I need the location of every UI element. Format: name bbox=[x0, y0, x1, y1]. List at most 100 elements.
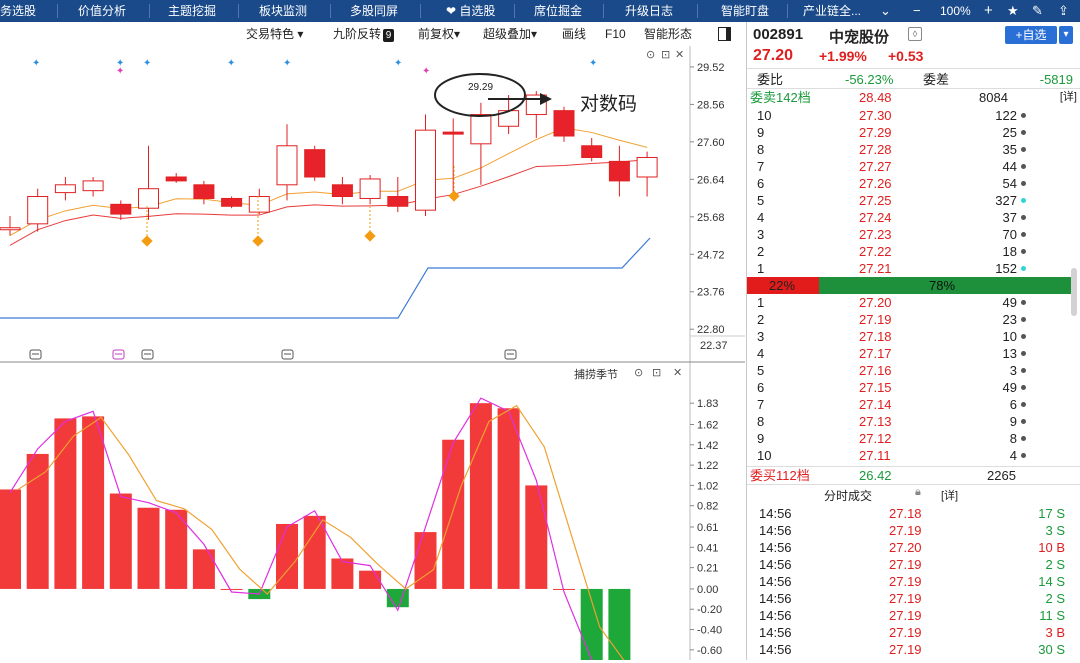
bids-level-row: 9 27.12 8 bbox=[747, 430, 1073, 447]
nav-item-seat-mining[interactable]: 席位掘金 bbox=[534, 0, 582, 22]
nav-item-multi-stock[interactable]: 多股同屏 bbox=[350, 0, 398, 22]
chevron-down-icon[interactable]: ▾ bbox=[1059, 26, 1073, 44]
ticks-detail-link[interactable]: [详] bbox=[941, 487, 958, 503]
zoom-out-icon[interactable]: − bbox=[913, 0, 921, 22]
bids-level-row: 10 27.11 4 bbox=[747, 447, 1073, 464]
candle-body bbox=[553, 110, 575, 137]
adjust-dropdown[interactable]: 前复权▾ bbox=[418, 22, 460, 46]
add-watchlist-button[interactable]: +自选 bbox=[1005, 26, 1057, 44]
level-price: 27.28 bbox=[859, 142, 892, 157]
level-number: 10 bbox=[757, 108, 772, 123]
nine-reversal-toggle[interactable]: 九阶反转 9 bbox=[333, 22, 395, 46]
buy-total-label: 委买112档 bbox=[750, 468, 810, 483]
ma-line-red bbox=[9, 159, 648, 246]
restore-icon[interactable]: ⊡ bbox=[661, 48, 670, 61]
candle-body bbox=[331, 184, 353, 198]
level-number: 3 bbox=[757, 227, 765, 242]
indicator-bar bbox=[54, 418, 77, 589]
asks-level-row: 10 27.30 122 bbox=[747, 107, 1073, 124]
asks-level-row: 8 27.28 35 bbox=[747, 141, 1073, 158]
draw-line-button[interactable]: 画线 bbox=[562, 22, 586, 46]
restore-icon[interactable]: ⊡ bbox=[652, 366, 661, 379]
panel-toggle-icon[interactable] bbox=[718, 27, 731, 41]
candle-body bbox=[0, 227, 21, 231]
order-dot-icon bbox=[1021, 249, 1026, 254]
overlay-dropdown[interactable]: 超级叠加▾ bbox=[483, 22, 537, 46]
nav-item-smart-watch[interactable]: 智能盯盘 bbox=[721, 0, 769, 22]
candle-body bbox=[581, 145, 603, 158]
level-volume: 70 bbox=[1002, 227, 1017, 242]
tick-price: 27.19 bbox=[889, 642, 922, 657]
signal-diamond-icon bbox=[252, 235, 264, 247]
tick-volume: 17 S bbox=[1038, 506, 1065, 521]
tick-time: 14:56 bbox=[759, 642, 792, 657]
asks-level-row: 3 27.23 70 bbox=[747, 226, 1073, 243]
level-price: 27.29 bbox=[859, 125, 892, 140]
nav-divider bbox=[787, 4, 788, 18]
settings-icon[interactable]: ⊙ bbox=[634, 366, 643, 379]
level-price: 27.25 bbox=[859, 193, 892, 208]
bottom-price-label: 22.37 bbox=[700, 340, 728, 352]
close-icon[interactable]: ✕ bbox=[675, 48, 684, 61]
candle-body bbox=[415, 129, 436, 211]
trade-feature-dropdown[interactable]: 交易特色 ▾ bbox=[246, 22, 303, 46]
star-marker-icon: ✦ bbox=[283, 58, 291, 69]
chevron-down-icon[interactable]: ⌄ bbox=[880, 0, 891, 22]
weicha-label: 委差 bbox=[923, 72, 950, 87]
candle-body bbox=[276, 145, 298, 186]
order-dot-icon bbox=[1021, 402, 1026, 407]
nav-divider bbox=[514, 4, 515, 18]
nav-item-watchlist[interactable]: ❤ 自选股 bbox=[446, 0, 495, 22]
tick-price: 27.18 bbox=[889, 506, 922, 521]
asks-level-row: 5 27.25 327 bbox=[747, 192, 1073, 209]
nav-item-theme-mining[interactable]: 主题挖掘 bbox=[168, 0, 216, 22]
level-price: 27.15 bbox=[859, 380, 892, 395]
y-tick-label: -0.20 bbox=[697, 604, 722, 616]
ask-ratio-label: 22% bbox=[769, 278, 796, 293]
candle-body bbox=[608, 160, 630, 182]
nav-item-industry-chain[interactable]: 产业链全... bbox=[803, 0, 861, 22]
bell-icon[interactable]: ◊ bbox=[908, 27, 922, 41]
sell-detail-link[interactable]: [详] bbox=[1060, 89, 1077, 106]
indicator-bar bbox=[109, 493, 132, 589]
level-price: 27.14 bbox=[859, 397, 892, 412]
tick-price: 27.20 bbox=[889, 540, 922, 555]
close-icon[interactable]: ✕ bbox=[673, 366, 682, 379]
candle-body bbox=[138, 188, 159, 209]
share-icon[interactable]: ⇪ bbox=[1058, 0, 1069, 22]
chart-canvas: 29.52 28.56 27.60 26.64 25.68 24.72 23.76 22.80… bbox=[0, 46, 745, 663]
y-tick-label: 0.82 bbox=[697, 501, 718, 513]
candle-body bbox=[110, 203, 132, 215]
nav-divider bbox=[603, 4, 604, 18]
star-icon[interactable]: ★ bbox=[1007, 0, 1019, 22]
indicator-bar bbox=[303, 515, 326, 589]
weibi-row: 委比 -56.23% 委差 -5819 bbox=[747, 71, 1073, 88]
tick-row: 14:56 27.19 30 S bbox=[747, 641, 1073, 658]
level-price: 27.27 bbox=[859, 159, 892, 174]
indicator-bar bbox=[469, 403, 492, 589]
candle-body bbox=[304, 149, 326, 178]
nav-item-update-log[interactable]: 升级日志 bbox=[625, 0, 673, 22]
asks-level-row: 6 27.26 54 bbox=[747, 175, 1073, 192]
f10-button[interactable]: F10 bbox=[605, 22, 626, 46]
settings-icon[interactable]: ⊙ bbox=[646, 48, 655, 61]
scrollbar-thumb[interactable] bbox=[1071, 268, 1077, 316]
y-tick-label: 0.00 bbox=[697, 584, 718, 596]
annotation-circle bbox=[434, 73, 526, 117]
tick-volume: 30 S bbox=[1038, 642, 1065, 657]
y-tick-label: 0.41 bbox=[697, 542, 718, 554]
indicator-pane bbox=[0, 397, 631, 663]
nav-item-value-analysis[interactable]: 价值分析 bbox=[78, 0, 126, 22]
zoom-in-icon[interactable]: + bbox=[984, 0, 993, 22]
nav-divider bbox=[330, 4, 331, 18]
nav-item-stock-screener[interactable]: 务选股 bbox=[0, 0, 36, 22]
nav-item-sector-monitor[interactable]: 板块监测 bbox=[259, 0, 307, 22]
pen-icon[interactable]: ✎ bbox=[1032, 0, 1043, 22]
level-number: 6 bbox=[757, 380, 765, 395]
smart-pattern-button[interactable]: 智能形态 bbox=[644, 22, 692, 46]
y-tick-label: -0.40 bbox=[697, 625, 722, 637]
tick-price: 27.19 bbox=[889, 591, 922, 606]
order-dot-icon bbox=[1021, 164, 1026, 169]
y-tick-label: 29.52 bbox=[697, 62, 725, 74]
tick-row: 14:56 27.18 17 S bbox=[747, 505, 1073, 522]
